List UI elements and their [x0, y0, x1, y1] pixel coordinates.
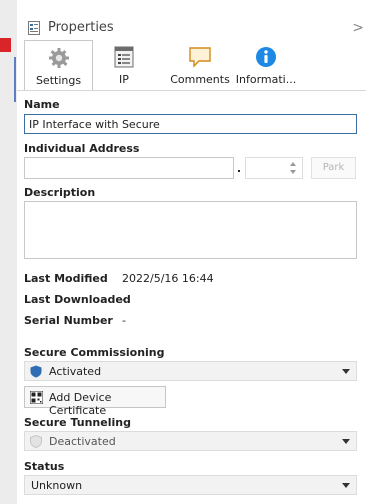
description-label: Description [24, 186, 96, 199]
red-marker [0, 38, 11, 52]
tab-information-label: Informati... [235, 73, 297, 86]
secure-tunneling-label: Secure Tunneling [24, 416, 131, 429]
panel-title: Properties [48, 20, 114, 35]
name-label: Name [24, 98, 60, 111]
chevron-down-icon [342, 439, 350, 444]
secure-commissioning-label: Secure Commissioning [24, 346, 165, 359]
tab-comments-label: Comments [170, 73, 230, 86]
qr-code-icon [30, 391, 43, 404]
blue-marker [14, 57, 16, 102]
individual-address-field[interactable] [24, 157, 234, 179]
gear-icon [48, 48, 69, 68]
description-textarea[interactable] [24, 201, 357, 259]
last-downloaded-value: - [122, 293, 126, 306]
tab-information[interactable]: Informati... [231, 40, 301, 90]
shield-outline-icon [30, 435, 42, 448]
tab-settings-label: Settings [35, 74, 82, 87]
address-separator-dot [238, 170, 240, 172]
chevron-down-icon [342, 369, 350, 374]
secure-commissioning-dropdown[interactable]: Activated [24, 361, 357, 381]
park-button[interactable]: Park [311, 157, 356, 179]
collapse-chevron-icon[interactable]: > [352, 20, 364, 36]
add-device-certificate-button[interactable]: Add Device Certificate [24, 386, 166, 417]
comment-bubble-icon [189, 47, 211, 68]
individual-address-label: Individual Address [24, 142, 140, 155]
status-label: Status [24, 460, 65, 473]
tab-comments[interactable]: Comments [167, 40, 233, 90]
status-dropdown[interactable]: Unknown [24, 475, 357, 495]
add-device-certificate-label: Add Device Certificate [49, 391, 112, 417]
tab-ip[interactable]: IP [94, 40, 154, 90]
secure-commissioning-value: Activated [49, 365, 102, 378]
panel-header: Properties > [17, 10, 366, 40]
last-modified-label: Last Modified [24, 272, 108, 285]
serial-number-label: Serial Number [24, 314, 113, 327]
last-downloaded-label: Last Downloaded [24, 293, 131, 306]
left-side-strip [0, 0, 17, 504]
stepper-up-icon[interactable] [290, 162, 296, 166]
properties-icon [28, 21, 40, 35]
secure-tunneling-dropdown[interactable]: Deactivated [24, 431, 357, 451]
status-value: Unknown [31, 479, 83, 492]
document-list-icon [114, 46, 134, 68]
name-field[interactable]: IP Interface with Secure [24, 114, 357, 134]
shield-icon [30, 365, 42, 378]
secure-tunneling-value: Deactivated [49, 435, 116, 448]
address-device-stepper[interactable] [245, 157, 303, 179]
tab-bar: Settings IP Comments Informati... [17, 40, 366, 91]
tab-divider [17, 90, 366, 91]
tab-settings[interactable]: Settings [24, 40, 93, 91]
last-modified-value: 2022/5/16 16:44 [122, 272, 214, 285]
stepper-down-icon[interactable] [290, 170, 296, 174]
properties-panel: Properties > Settings IP Comments Inform… [17, 0, 366, 504]
tab-ip-label: IP [119, 73, 129, 86]
info-icon [256, 47, 276, 67]
chevron-down-icon [342, 483, 350, 488]
serial-number-value: - [122, 314, 126, 327]
